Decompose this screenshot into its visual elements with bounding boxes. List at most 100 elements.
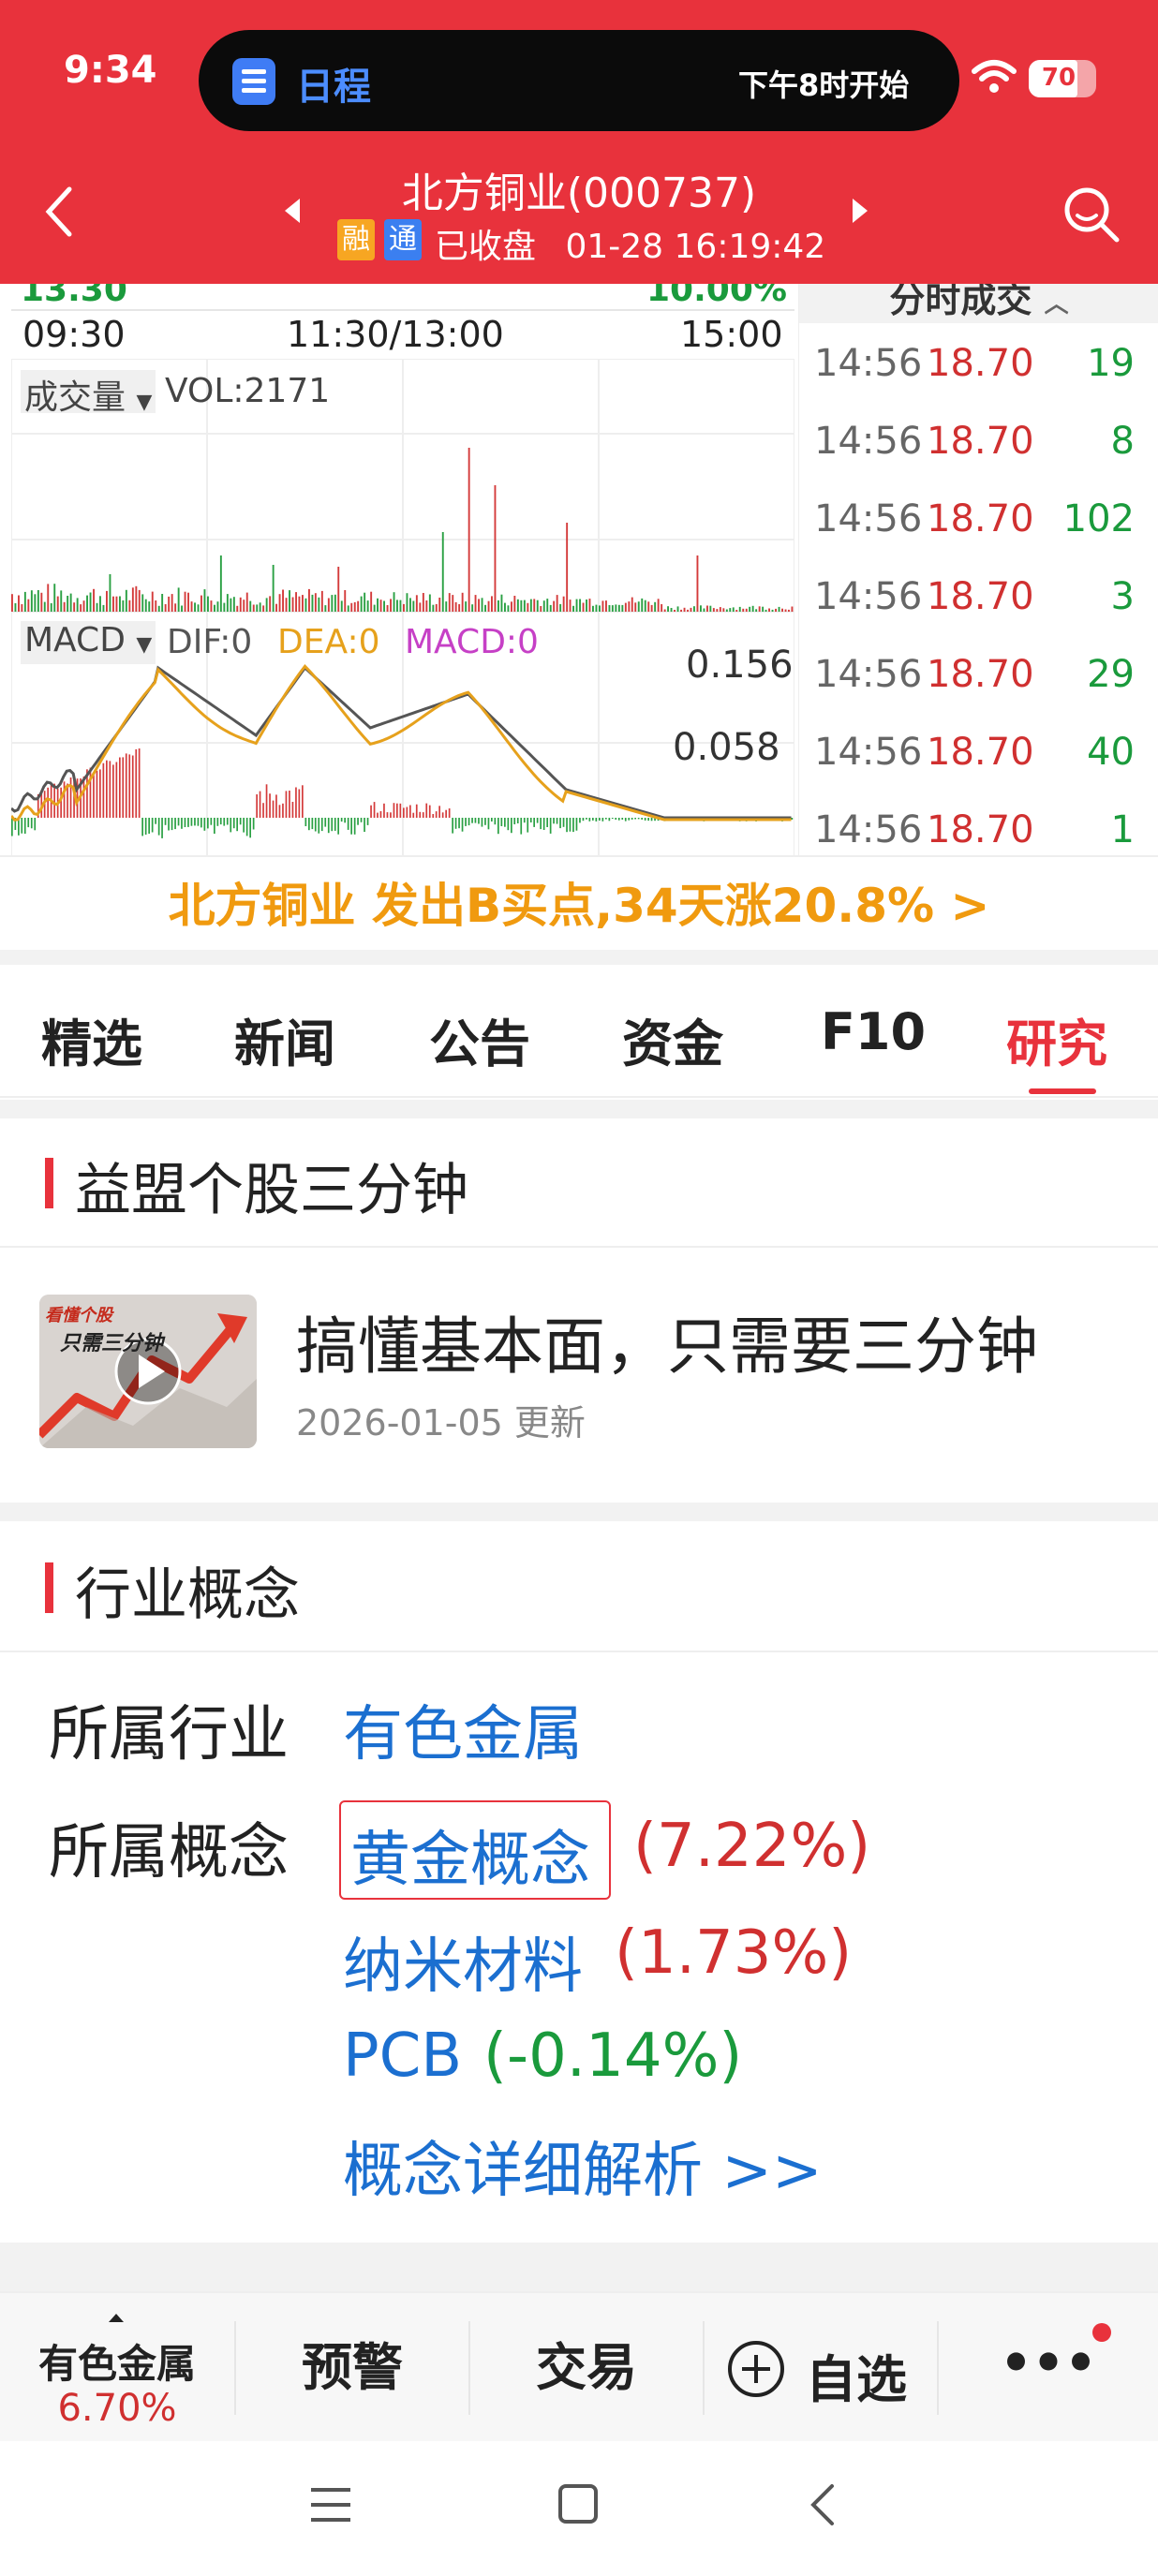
tick-trades-panel[interactable]: 分时成交 ︿ 14:56 18.70 19 14:56 18.70 8 14:56 18.70… [798, 284, 1158, 857]
volume-bar [432, 604, 435, 612]
prev-stock-icon[interactable] [281, 197, 304, 225]
volume-bar [523, 600, 526, 612]
macd-bar [148, 818, 150, 834]
macd-bar [445, 809, 447, 818]
volume-bar [628, 601, 631, 612]
concept-nano-pct: (1.73%) [615, 1918, 853, 1988]
partial-pct-label: 10.00% [646, 284, 787, 309]
macd-bar [615, 818, 617, 820]
industry-link[interactable]: 有色金属 [343, 1686, 583, 1772]
macd-bar [318, 818, 320, 834]
macd-bar [353, 818, 356, 835]
volume-bar [680, 609, 682, 612]
video-title[interactable]: 搞懂基本面，只需要三分钟 [296, 1296, 1038, 1386]
tick-volume: 8 [1110, 420, 1135, 463]
macd-bar [592, 818, 594, 821]
tab-picks[interactable]: 精选 [41, 1002, 142, 1076]
volume-bar [390, 599, 392, 612]
macd-dropdown[interactable]: MACD ▼ [21, 621, 156, 664]
volume-bar [690, 607, 692, 612]
volume-bar [73, 602, 76, 612]
concept-gold-pct: (7.22%) [633, 1812, 871, 1881]
macd-bar [230, 818, 232, 833]
volume-bar [755, 609, 758, 612]
macd-bar [350, 818, 352, 835]
volume-dropdown[interactable]: 成交量 ▼ [21, 370, 156, 417]
volume-bar [223, 602, 226, 612]
volume-bar [243, 600, 245, 612]
macd-bar [157, 818, 160, 836]
macd-bar [256, 794, 258, 818]
volume-bar [448, 593, 451, 612]
alert-button[interactable]: 预警 [236, 2293, 468, 2443]
concept-gold[interactable]: 黄金概念 [350, 1812, 590, 1898]
search-icon[interactable] [1059, 182, 1124, 247]
volume-bar [586, 600, 587, 612]
volume-bar [599, 605, 601, 612]
volume-bar [700, 605, 702, 612]
macd-bar [282, 803, 284, 818]
macd-bar [115, 762, 118, 818]
volume-bar [474, 595, 477, 612]
time-label-mid: 11:30/13:00 [287, 314, 504, 355]
volume-bar [353, 601, 356, 612]
macd-bar [249, 818, 251, 838]
volume-bar [174, 603, 177, 612]
buy-signal-banner[interactable]: 北方铜业 发出B买点,34天涨20.8% > [0, 862, 1158, 950]
macd-bar [181, 818, 183, 829]
concept-pcb[interactable]: PCB [343, 2021, 462, 2091]
macd-bar [507, 818, 510, 831]
macd-bar [441, 812, 444, 818]
concept-nano[interactable]: 纳米材料 [343, 1918, 583, 2005]
volume-bar [588, 599, 591, 612]
tick-volume: 3 [1110, 575, 1135, 618]
tab-announcements[interactable]: 公告 [429, 1002, 530, 1076]
macd-bar [304, 818, 307, 826]
sector-button[interactable]: 有色金属 6.70% [0, 2293, 234, 2443]
tab-research[interactable]: 研究 [1006, 1002, 1107, 1076]
volume-bar [56, 596, 59, 612]
sector-pct: 6.70% [57, 2387, 177, 2430]
macd-bar [331, 818, 334, 832]
video-thumbnail[interactable]: 看懂个股 只需三分钟 [39, 1295, 257, 1448]
macd-bar [422, 812, 424, 818]
status-time: 9:34 [64, 49, 157, 92]
app-screen: 9:34 日程 下午8时开始 70 北方铜业(000737) 融 通 已收盘 0… [0, 0, 1158, 2576]
tab-f10[interactable]: F10 [821, 1002, 926, 1061]
concept-detail-link[interactable]: 概念详细解析 >> [343, 2123, 823, 2209]
volume-bar [131, 587, 134, 612]
tick-trades-header[interactable]: 分时成交 ︿ [799, 284, 1158, 323]
tab-funds[interactable]: 资金 [622, 1002, 723, 1076]
more-button[interactable]: ••• [939, 2293, 1158, 2443]
macd-bar [177, 818, 180, 826]
macd-bar [119, 757, 121, 818]
volume-value: VOL:2171 [165, 372, 331, 410]
macd-bar [337, 818, 339, 835]
macd-bar [308, 818, 310, 831]
intraday-chart[interactable]: 13.30 10.00% 09:30 11:30/13:00 15:00 成交量… [0, 284, 798, 857]
volume-bar [93, 588, 95, 612]
macd-bar [468, 818, 470, 826]
thumb-caption-2: 只需三分钟 [60, 1332, 164, 1355]
add-watchlist-button[interactable]: 自选 [705, 2293, 937, 2443]
tab-news[interactable]: 新闻 [234, 1002, 335, 1076]
volume-bar [497, 600, 499, 612]
bottom-action-bar: 有色金属 6.70% 预警 交易 自选 ••• [0, 2291, 1158, 2441]
volume-bar [30, 590, 33, 612]
macd-bar [586, 818, 587, 820]
watchlist-label: 自选 [806, 2350, 907, 2409]
macd-bar [223, 818, 226, 826]
back-arrow-icon[interactable] [37, 184, 84, 240]
trade-button[interactable]: 交易 [470, 2293, 703, 2443]
back-icon[interactable] [808, 2482, 836, 2527]
volume-bar [298, 596, 301, 612]
volume-bar [749, 606, 751, 612]
macd-bar [465, 818, 467, 826]
macd-bar [194, 818, 196, 826]
macd-bar [47, 787, 49, 818]
next-stock-icon[interactable] [849, 197, 871, 225]
home-icon[interactable] [557, 2482, 600, 2525]
macd-bar [582, 818, 585, 822]
system-nav-bar [0, 2441, 1158, 2576]
menu-icon[interactable] [309, 2486, 352, 2524]
